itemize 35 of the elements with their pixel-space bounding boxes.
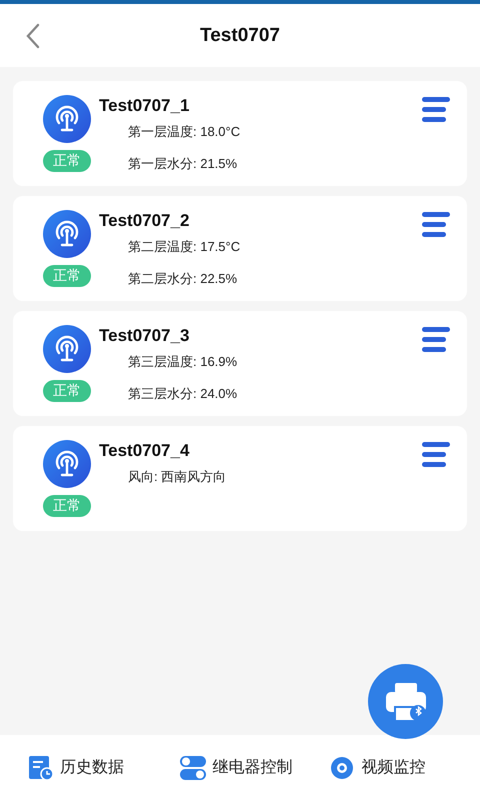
antenna-icon — [43, 95, 91, 143]
sensor-reading: 第三层水分: 24.0% — [128, 385, 238, 403]
nav-item[interactable]: 视频监控 — [329, 754, 480, 780]
nav-item[interactable]: 继电器控制 — [178, 754, 330, 780]
menu-button[interactable] — [421, 210, 451, 240]
device-card[interactable]: 正常 Test0707_2 第二层温度: 17.5°C 第二层水分: 22.5% — [13, 196, 467, 301]
toggle-icon — [178, 754, 207, 780]
status-badge: 正常 — [43, 150, 91, 172]
device-card[interactable]: 正常 Test0707_3 第三层温度: 16.9% 第三层水分: 24.0% — [13, 311, 467, 416]
device-name: Test0707_1 — [99, 95, 190, 117]
camera-icon — [329, 754, 356, 780]
sensor-reading: 风向: 西南风方向 — [128, 468, 228, 486]
device-name: Test0707_3 — [99, 325, 190, 347]
antenna-icon — [43, 210, 91, 258]
menu-button[interactable] — [421, 440, 451, 470]
sensor-reading: 第三层温度: 16.9% — [128, 353, 238, 371]
sensor-reading: 第二层温度: 17.5°C — [128, 238, 242, 256]
menu-button[interactable] — [421, 95, 451, 125]
antenna-icon — [43, 325, 91, 373]
menu-button[interactable] — [421, 325, 451, 355]
device-card[interactable]: 正常 Test0707_4 风向: 西南风方向 — [13, 426, 467, 531]
sensor-reading: 第一层温度: 18.0°C — [128, 123, 242, 141]
status-badge: 正常 — [43, 265, 91, 287]
calendar-clock-icon — [28, 754, 54, 780]
antenna-icon — [43, 440, 91, 488]
sensor-reading: 第二层水分: 22.5% — [128, 270, 238, 288]
sensor-reading: 第一层水分: 21.5% — [128, 155, 238, 173]
status-badge: 正常 — [43, 495, 91, 517]
device-name: Test0707_4 — [99, 440, 190, 462]
back-icon — [25, 23, 41, 49]
device-name: Test0707_2 — [99, 210, 190, 232]
nav-item[interactable]: 历史数据 — [28, 754, 179, 780]
page-title: Test0707 — [200, 24, 280, 46]
device-card[interactable]: 正常 Test0707_1 第一层温度: 18.0°C 第一层水分: 21.5% — [13, 81, 467, 186]
status-badge: 正常 — [43, 380, 91, 402]
